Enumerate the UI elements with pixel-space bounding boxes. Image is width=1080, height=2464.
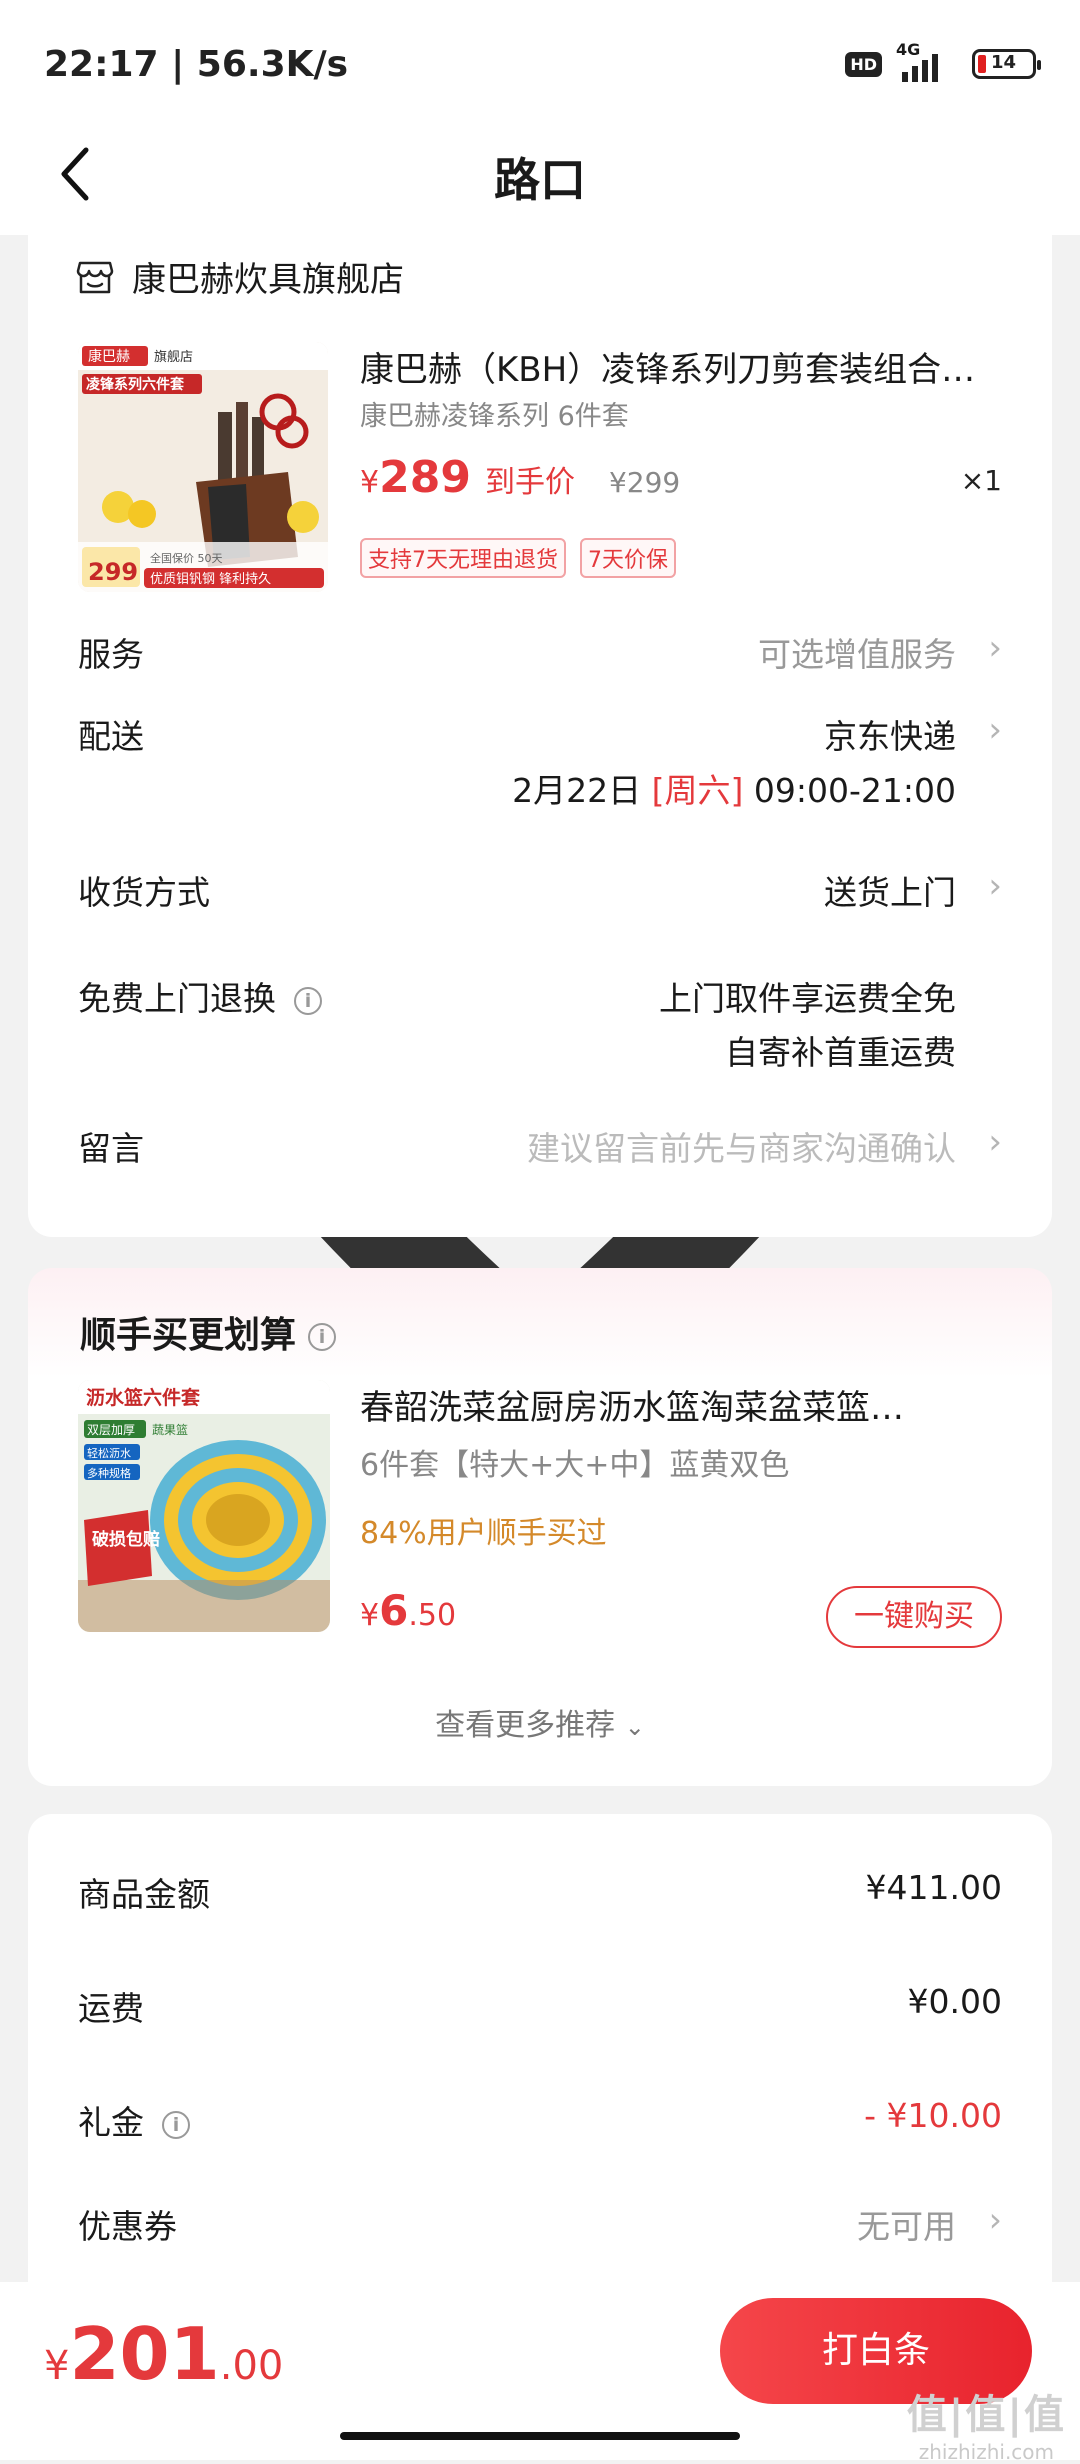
goods-amount-label: 商品金额 <box>78 1875 210 1914</box>
receive-method-row[interactable]: 收货方式 送货上门 › <box>78 866 1002 916</box>
more-recommend-link[interactable]: 查看更多推荐 ⌄ <box>28 1700 1052 1744</box>
info-icon[interactable]: i <box>162 2110 190 2139</box>
chevron-right-icon: › <box>988 1122 1002 1162</box>
signal-icon: 4G <box>896 40 958 82</box>
recommend-product-spec: 6件套【特大+大+中】蓝黄双色 <box>360 1448 790 1483</box>
product-tags: 支持7天无理由退货 7天价保 <box>360 538 676 578</box>
service-value: 可选增值服务 <box>758 635 956 674</box>
battery-level: 14 <box>991 52 1017 73</box>
svg-text:康巴赫: 康巴赫 <box>88 348 130 365</box>
total-price: ¥201.00 <box>44 2312 284 2396</box>
message-label: 留言 <box>78 1129 144 1168</box>
chevron-right-icon: › <box>988 710 1002 750</box>
shipping-value: ¥0.00 <box>907 1982 1002 2021</box>
coupon-label: 优惠券 <box>78 2207 177 2246</box>
status-icons: HD 4G 14 <box>845 40 1041 82</box>
recommend-product-image[interactable]: 沥水篮六件套 双层加厚 蔬果篮 轻松沥水 多种规格 破损包赔 <box>78 1380 330 1632</box>
free-return-line1: 上门取件享运费全免 <box>659 979 956 1018</box>
message-row[interactable]: 留言 建议留言前先与商家沟通确认 › <box>78 1122 1002 1172</box>
receive-value: 送货上门 <box>824 873 956 912</box>
chevron-right-icon: › <box>988 2200 1002 2239</box>
product-title[interactable]: 康巴赫（KBH）凌锋系列刀剪套装组合… <box>360 342 1010 391</box>
svg-text:凌锋系列六件套: 凌锋系列六件套 <box>86 376 184 393</box>
product-price: 289 <box>379 452 471 503</box>
status-time: 22:17 | 56.3K/s <box>44 44 349 85</box>
recommend-title: 顺手买更划算 i <box>80 1306 337 1358</box>
chevron-right-icon: › <box>988 628 1002 668</box>
gift-label: 礼金 <box>78 2103 144 2142</box>
free-return-row: 免费上门退换 i 上门取件享运费全免 自寄补首重运费 <box>78 972 1002 1082</box>
store-name: 康巴赫炊具旗舰店 <box>132 260 404 300</box>
battery-icon: 14 <box>972 49 1041 79</box>
watermark: 值|值|值 zhizhizhi.com <box>907 2382 1066 2464</box>
product-spec: 康巴赫凌锋系列 6件套 <box>360 401 629 432</box>
delivery-label: 配送 <box>78 717 144 756</box>
svg-text:破损包赔: 破损包赔 <box>92 1529 160 1550</box>
goods-amount-value: ¥411.00 <box>865 1868 1002 1907</box>
watermark-site: zhizhizhi.com <box>918 2440 1055 2464</box>
store-header[interactable]: 康巴赫炊具旗舰店 <box>76 252 404 301</box>
svg-text:旗舰店: 旗舰店 <box>154 349 193 365</box>
original-price: ¥299 <box>608 466 681 499</box>
svg-text:蔬果篮: 蔬果篮 <box>152 1422 188 1437</box>
tag-price-protect: 7天价保 <box>580 538 676 578</box>
nav-bar: 路口 <box>0 130 1080 1441</box>
info-icon[interactable]: i <box>294 986 322 1015</box>
shipping-label: 运费 <box>78 1989 144 2028</box>
info-icon[interactable]: i <box>308 1323 337 1351</box>
recommend-price: ¥6.50 <box>360 1586 457 1635</box>
chevron-down-icon: ⌄ <box>624 1713 645 1741</box>
product-image[interactable]: 康巴赫 旗舰店 凌锋系列六件套 299 全国保价 50天 优质钼钒钢 锋利持久 <box>78 342 328 592</box>
home-indicator[interactable] <box>340 2432 740 2440</box>
free-return-line2: 自寄补首重运费 <box>725 1033 956 1072</box>
store-icon <box>76 261 114 293</box>
svg-text:299: 299 <box>88 558 138 586</box>
one-click-buy-button[interactable]: 一键购买 <box>826 1586 1002 1648</box>
free-return-label: 免费上门退换 <box>78 979 276 1018</box>
status-bar: 22:17 | 56.3K/s HD 4G 14 <box>0 0 1080 130</box>
svg-text:多种规格: 多种规格 <box>87 1466 131 1480</box>
delivery-row[interactable]: 配送 京东快递 › 2月22日 [周六] 09:00-21:00 <box>78 710 1002 820</box>
product-price-row: ¥ 289 到手价 ¥299 <box>360 452 680 503</box>
product-quantity: ×1 <box>960 464 1002 497</box>
coupon-value: 无可用 <box>857 2207 956 2246</box>
checkout-bar: ¥201.00 打白条 值|值|值 zhizhizhi.com <box>0 2282 1080 2464</box>
message-input[interactable]: 建议留言前先与商家沟通确认 <box>527 1122 956 1170</box>
chevron-right-icon: › <box>988 866 1002 906</box>
gift-value: - ¥10.00 <box>864 2096 1002 2135</box>
svg-text:全国保价 50天: 全国保价 50天 <box>150 551 223 565</box>
recommend-card: 顺手买更划算 i 沥水篮六件套 双层加厚 蔬果篮 轻松沥水 多种规格 破损包赔 春… <box>28 1268 1052 1786</box>
delivery-value: 京东快递 <box>824 717 956 756</box>
service-row[interactable]: 服务 可选增值服务 › <box>78 628 1002 678</box>
tag-return: 支持7天无理由退货 <box>360 538 566 578</box>
svg-text:沥水篮六件套: 沥水篮六件套 <box>86 1386 201 1409</box>
price-symbol: ¥ <box>360 465 380 500</box>
delivery-time: 2月22日 [周六] 09:00-21:00 <box>512 771 956 810</box>
receive-label: 收货方式 <box>78 873 210 912</box>
svg-text:双层加厚: 双层加厚 <box>87 1423 135 1437</box>
service-label: 服务 <box>78 635 144 674</box>
price-label: 到手价 <box>484 465 575 500</box>
hd-icon: HD <box>845 51 882 77</box>
recommend-product-title[interactable]: 春韶洗菜盆厨房沥水篮淘菜盆菜篮… <box>360 1380 1010 1429</box>
svg-text:优质钼钒钢 锋利持久: 优质钼钒钢 锋利持久 <box>150 572 271 587</box>
summary-card: 商品金额 ¥411.00 运费 ¥0.00 礼金 i - ¥10.00 优惠券 无… <box>28 1814 1052 2314</box>
order-card: 康巴赫炊具旗舰店 康巴赫 旗舰店 凌锋系列六件套 299 全国保价 50天 优质… <box>28 232 1052 1237</box>
recommend-users: 84%用户顺手买过 <box>360 1516 607 1551</box>
svg-text:轻松沥水: 轻松沥水 <box>87 1446 131 1460</box>
watermark-logo: 值|值|值 <box>906 2392 1066 2438</box>
